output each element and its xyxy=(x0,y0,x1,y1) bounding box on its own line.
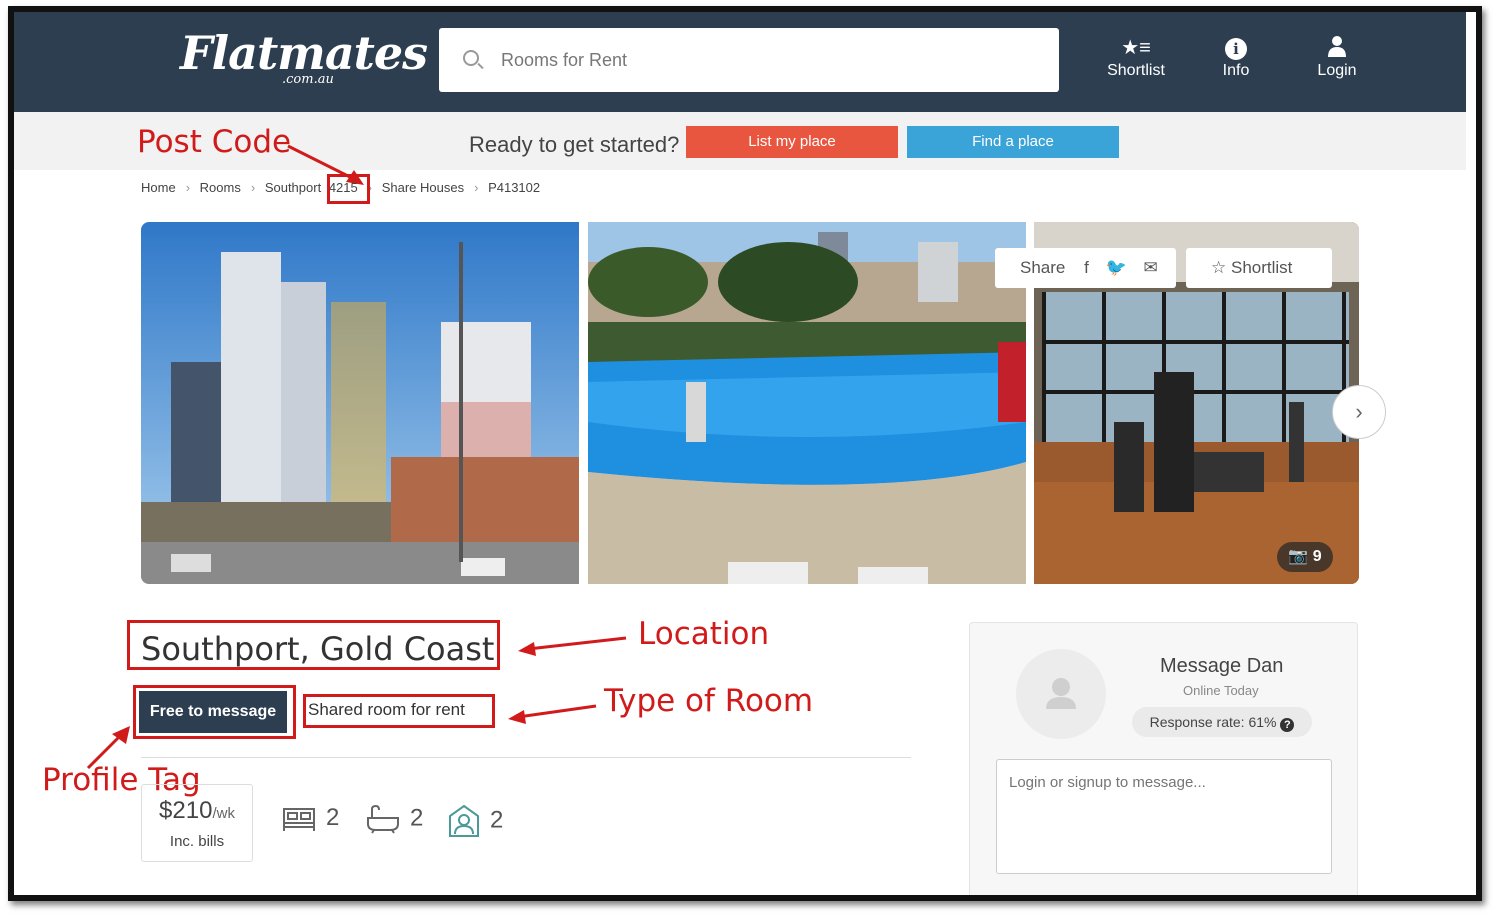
share-label: Share xyxy=(1020,258,1066,277)
help-icon[interactable]: ? xyxy=(1280,718,1295,732)
bath-icon xyxy=(367,804,399,834)
breadcrumb-share-houses[interactable]: Share Houses xyxy=(382,180,464,195)
flatmates-icon xyxy=(449,804,479,837)
photo-buildings[interactable] xyxy=(141,222,579,584)
gallery-shortlist-label: Shortlist xyxy=(1230,258,1293,277)
price-box: $210/wk Inc. bills xyxy=(141,784,253,862)
annotation-type-of-room: Type of Room xyxy=(604,683,814,719)
breadcrumb-suburb[interactable]: Southport xyxy=(265,180,321,195)
search-input[interactable] xyxy=(501,42,1021,78)
price-unit: /wk xyxy=(212,805,235,822)
annotation-box-room-type xyxy=(303,694,495,728)
bedrooms-feature: 2 xyxy=(282,804,339,833)
bathrooms-count: 2 xyxy=(410,804,424,832)
list-my-place-button[interactable]: List my place xyxy=(686,126,898,158)
twitter-icon[interactable]: 🐦 xyxy=(1106,258,1127,277)
photo-count: 9 xyxy=(1312,548,1322,565)
message-name: Message Dan xyxy=(1160,655,1284,677)
message-panel: Message Dan Online Today Response rate: … xyxy=(969,622,1358,895)
nav-login[interactable]: Login xyxy=(1292,34,1382,80)
annotation-box-post-code xyxy=(327,174,370,204)
nav-shortlist[interactable]: ★≡ Shortlist xyxy=(1091,34,1181,80)
annotation-post-code: Post Code xyxy=(137,124,292,160)
response-rate-badge: Response rate: 61% ? xyxy=(1132,707,1312,737)
online-status: Online Today xyxy=(1183,683,1259,698)
breadcrumb-home[interactable]: Home xyxy=(141,180,176,195)
annotation-arrow-location xyxy=(518,636,627,656)
find-a-place-button[interactable]: Find a place xyxy=(907,126,1119,158)
price-amount: $210 xyxy=(159,797,213,824)
search-bar[interactable] xyxy=(439,28,1059,92)
avatar xyxy=(1016,649,1106,739)
search-icon xyxy=(463,50,479,66)
photo-count-badge[interactable]: 📷 9 xyxy=(1277,542,1333,572)
response-rate: Response rate: 61% xyxy=(1149,714,1277,730)
email-icon[interactable]: ✉ xyxy=(1143,258,1157,277)
photo-pool[interactable] xyxy=(588,222,1026,584)
top-navbar: Flatmates .com.au ★≡ Shortlist i Info Lo… xyxy=(14,12,1466,112)
shortlist-star-icon: ★≡ xyxy=(1121,37,1151,59)
nav-shortlist-label: Shortlist xyxy=(1107,62,1165,79)
divider xyxy=(141,757,911,758)
gallery-shortlist-button[interactable]: ☆ Shortlist xyxy=(1186,248,1332,288)
cta-text: Ready to get started? xyxy=(469,132,680,157)
facebook-icon[interactable]: f xyxy=(1084,258,1089,277)
share-bar: Share f 🐦 ✉ xyxy=(995,248,1176,288)
nav-login-label: Login xyxy=(1317,62,1357,79)
annotation-box-location xyxy=(127,620,500,670)
annotation-location: Location xyxy=(638,616,770,652)
screenshot-frame: Flatmates .com.au ★≡ Shortlist i Info Lo… xyxy=(8,6,1482,901)
gallery-next-button[interactable]: › xyxy=(1332,385,1386,439)
price-note: Inc. bills xyxy=(169,833,225,850)
bedrooms-count: 2 xyxy=(326,804,340,831)
info-icon: i xyxy=(1191,34,1281,62)
message-input[interactable] xyxy=(996,759,1332,874)
flatmates-feature: 2 xyxy=(448,804,503,838)
bathrooms-feature: 2 xyxy=(366,804,423,834)
camera-icon: 📷 xyxy=(1288,548,1309,565)
logo-domain: .com.au xyxy=(282,72,334,87)
user-icon xyxy=(1292,34,1382,62)
bed-icon xyxy=(283,807,315,831)
chevron-right-icon: › xyxy=(1355,399,1363,424)
breadcrumb-listing-id: P413102 xyxy=(488,180,541,195)
star-outline-icon: ☆ xyxy=(1211,258,1227,277)
page: Flatmates .com.au ★≡ Shortlist i Info Lo… xyxy=(14,12,1476,895)
annotation-arrow-room-type xyxy=(508,704,597,724)
nav-info[interactable]: i Info xyxy=(1191,34,1281,80)
breadcrumb-rooms[interactable]: Rooms xyxy=(200,180,241,195)
flatmates-count: 2 xyxy=(490,806,504,834)
nav-info-label: Info xyxy=(1222,62,1250,79)
annotation-box-profile-tag xyxy=(133,685,296,739)
user-silhouette-icon xyxy=(1046,678,1076,709)
